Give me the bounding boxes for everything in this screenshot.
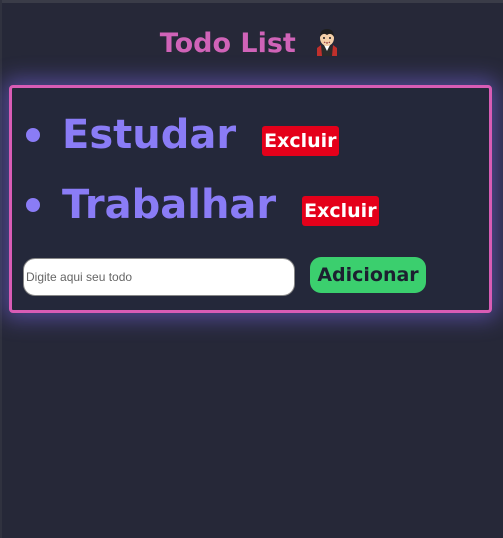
todo-item-text: Estudar xyxy=(62,112,237,158)
todo-item-trabalhar: Trabalhar Excluir xyxy=(22,175,379,235)
delete-button[interactable]: Excluir xyxy=(262,126,339,156)
vampire-emoji-icon xyxy=(311,26,343,58)
todo-input[interactable] xyxy=(23,258,295,296)
todo-panel: Estudar Excluir Trabalhar Excluir Adicio… xyxy=(9,85,492,313)
window-left-edge xyxy=(0,0,2,538)
todo-item-text: Trabalhar xyxy=(62,182,277,228)
window-top-edge xyxy=(0,0,503,3)
todo-item-estudar: Estudar Excluir xyxy=(22,105,339,165)
list-bullet xyxy=(26,198,40,212)
page-title: Todo List xyxy=(0,22,503,66)
delete-button[interactable]: Excluir xyxy=(302,196,379,226)
add-button[interactable]: Adicionar xyxy=(310,257,426,293)
list-bullet xyxy=(26,128,40,142)
page-title-text: Todo List xyxy=(159,28,296,59)
